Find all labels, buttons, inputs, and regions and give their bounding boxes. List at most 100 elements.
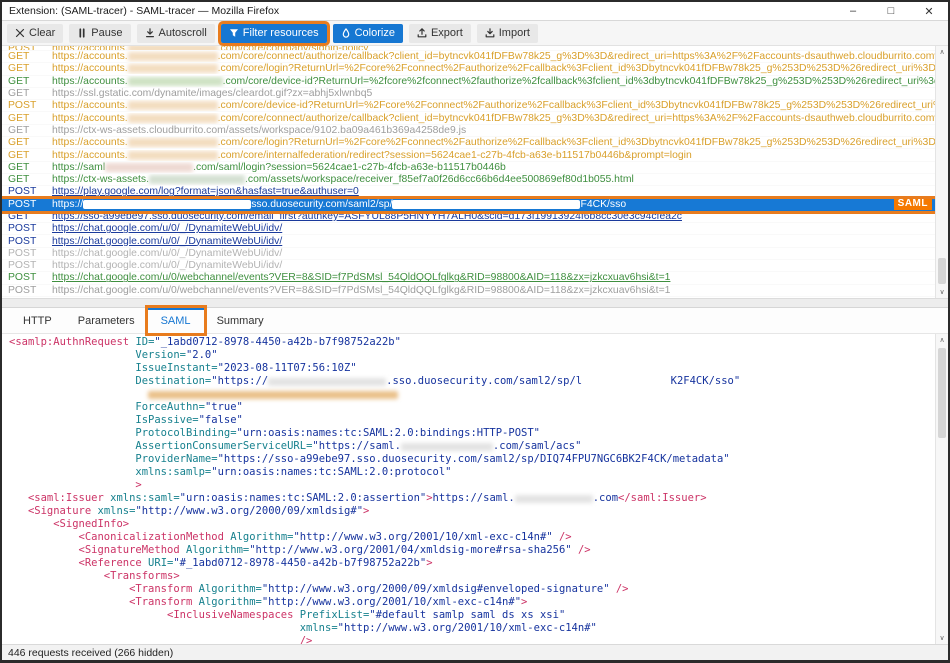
request-row[interactable]: GEThttps://accounts..com/core/device-id?… — [2, 76, 935, 88]
title-bar: Extension: (SAML-tracer) - SAML-tracer —… — [2, 2, 948, 21]
scrollbar-thumb[interactable] — [938, 258, 946, 284]
xml-line: <Transform Algorithm="http://www.w3.org/… — [9, 583, 935, 596]
filter-resources-button[interactable]: Filter resources — [221, 24, 327, 43]
xml-line: <Signature xmlns="http://www.w3.org/2000… — [9, 505, 935, 518]
xml-tag: <SignedInfo> — [53, 518, 129, 531]
request-row[interactable]: POSThttps://play.google.com/log?format=j… — [2, 186, 935, 198]
url-text: https://chat.google.com/u/0/webchannel/e… — [52, 272, 670, 283]
xml-val: "#_1abd0712-8978-4450-a42b-b7f98752a22b" — [173, 557, 426, 570]
request-row[interactable]: POSThttps://chat.google.com/u/0/_/Dynami… — [2, 260, 935, 272]
url-text: https://chat.google.com/u/0/_/DynamiteWe… — [52, 236, 282, 247]
request-row[interactable]: GEThttps://ctx-ws-assets..com/assets/wor… — [2, 174, 935, 186]
button-label: Pause — [91, 27, 122, 39]
request-row[interactable]: GEThttps://ctx-ws-assets.cloudburrito.co… — [2, 125, 935, 137]
request-method: POST — [2, 199, 52, 210]
url-text: https://chat.google.com/u/0/_/DynamiteWe… — [52, 223, 282, 234]
request-list[interactable]: POSThttps://accounts..com/core/company/s… — [2, 46, 948, 298]
export-icon — [417, 28, 427, 38]
request-row[interactable]: GEThttps://accounts..com/core/login?Retu… — [2, 63, 935, 75]
xml-tag: > — [363, 505, 369, 518]
button-label: Clear — [29, 27, 55, 39]
request-row[interactable]: GEThttps://accounts..com/core/login?Retu… — [2, 137, 935, 149]
request-row[interactable]: POSThttps://chat.google.com/u/0/_/Dynami… — [2, 223, 935, 235]
xml-val: "http://www.w3.org/2000/09/xmldsig#envel… — [262, 583, 610, 596]
tab-saml[interactable]: SAML — [148, 308, 204, 333]
xml-line: <SignedInfo> — [9, 518, 935, 531]
saml-badge: SAML — [894, 199, 932, 211]
colorize-button[interactable]: Colorize — [333, 24, 403, 43]
xml-line: ProtocolBinding="urn:oasis:names:tc:SAML… — [9, 427, 935, 440]
autoscroll-button[interactable]: Autoscroll — [137, 24, 215, 43]
scrollbar-thumb[interactable] — [938, 348, 946, 438]
tab-http[interactable]: HTTP — [10, 308, 65, 333]
request-row[interactable]: POSThttps://chat.google.com/u/0/_/Dynami… — [2, 235, 935, 247]
saml-pane-scrollbar[interactable]: ∧ ∨ — [935, 334, 948, 644]
xml-attr: xmlns:saml= — [104, 492, 180, 505]
autoscroll-icon — [145, 28, 155, 38]
scroll-down-icon[interactable]: ∨ — [936, 632, 948, 644]
request-row[interactable]: GEThttps://accounts..com/core/internalfe… — [2, 149, 935, 161]
redacted-segment — [128, 101, 218, 110]
xml-line: Destination="https://.sso.duosecurity.co… — [9, 375, 935, 388]
pane-separator[interactable] — [2, 298, 948, 308]
url-text: https://chat.google.com/u/0/_/DynamiteWe… — [52, 260, 282, 271]
xml-val: "2023-08-11T07:56:10Z" — [218, 362, 357, 375]
request-row[interactable]: GEThttps://saml.com/saml/login?session=5… — [2, 162, 935, 174]
request-method: POST — [2, 248, 52, 259]
request-list-scrollbar[interactable]: ∧ ∨ — [935, 46, 948, 298]
tab-summary[interactable]: Summary — [204, 308, 277, 333]
pause-button[interactable]: Pause — [69, 24, 130, 43]
request-row-selected[interactable]: POSThttps://sso.duosecurity.com/saml2/sp… — [2, 199, 935, 211]
request-row[interactable]: GEThttps://accounts..com/core/connect/au… — [2, 51, 935, 63]
import-button[interactable]: Import — [477, 24, 538, 43]
button-label: Colorize — [355, 27, 395, 39]
xml-val: "urn:oasis:names:tc:SAML:2.0:assertion" — [180, 492, 427, 505]
xml-line: <InclusiveNamespaces PrefixList="#defaul… — [9, 609, 935, 622]
export-button[interactable]: Export — [409, 24, 471, 43]
xml-tag: <Transform — [129, 596, 192, 609]
maximize-button[interactable]: □ — [872, 2, 910, 20]
xml-val: .com/saml/acs" — [493, 440, 582, 453]
request-url: https://chat.google.com/u/0/_/DynamiteWe… — [52, 223, 935, 234]
url-text: https://accounts. — [52, 63, 128, 74]
url-text: .com/core/connect/authorize/callback?cli… — [218, 113, 935, 124]
scroll-up-icon[interactable]: ∧ — [936, 334, 948, 346]
xml-attr: Algorithm= — [192, 583, 262, 596]
scroll-up-icon[interactable]: ∧ — [936, 46, 948, 58]
url-text: https:// — [52, 199, 83, 210]
xml-val: "https:// — [211, 375, 268, 388]
minimize-button[interactable]: – — [834, 2, 872, 20]
request-url: https://chat.google.com/u/0/_/DynamiteWe… — [52, 236, 935, 247]
scroll-down-icon[interactable]: ∨ — [936, 286, 948, 298]
tab-parameters[interactable]: Parameters — [65, 308, 148, 333]
xml-tag: > — [426, 557, 432, 570]
xml-line: <samlp:AuthnRequest ID="_1abd0712-8978-4… — [9, 336, 935, 349]
request-method: GET — [2, 137, 52, 148]
xml-tag: <CanonicalizationMethod — [79, 531, 224, 544]
request-row[interactable]: GEThttps://accounts..com/core/connect/au… — [2, 112, 935, 124]
request-url: https://ssl.gstatic.com/dynamite/images/… — [52, 88, 935, 99]
xml-line — [9, 388, 935, 401]
xml-line: ForceAuthn="true" — [9, 401, 935, 414]
redacted-segment — [148, 391, 398, 399]
request-url: https://accounts. .com/core/connect/autho… — [52, 113, 935, 124]
request-row[interactable]: GEThttps://ssl.gstatic.com/dynamite/imag… — [2, 88, 935, 100]
xml-attr: PrefixList= — [293, 609, 369, 622]
request-row[interactable]: POSThttps://accounts..com/core/device-id… — [2, 100, 935, 112]
xml-line: ProviderName="https://sso-a99ebe97.sso.d… — [9, 453, 935, 466]
xml-attr: ProviderName= — [135, 453, 217, 466]
xml-tag: <Transforms> — [104, 570, 180, 583]
saml-detail-pane[interactable]: <samlp:AuthnRequest ID="_1abd0712-8978-4… — [2, 334, 948, 644]
request-row[interactable]: POSThttps://chat.google.com/u/0/_/Dynami… — [2, 248, 935, 260]
url-text: https://accounts. — [52, 51, 128, 62]
url-text: https://accounts. — [52, 113, 128, 124]
request-row[interactable]: POSThttps://chat.google.com/u/0/webchann… — [2, 285, 935, 297]
xml-val — [582, 375, 671, 388]
request-row[interactable]: POSThttps://chat.google.com/u/0/webchann… — [2, 272, 935, 284]
clear-button[interactable]: Clear — [7, 24, 63, 43]
xml-val: "http://www.w3.org/2001/10/xml-exc-c14n#… — [293, 531, 552, 544]
status-text: 446 requests received (266 hidden) — [8, 647, 173, 659]
close-button[interactable]: ✕ — [910, 2, 948, 20]
request-row[interactable]: GEThttps://sso-a99ebe97.sso.duosecurity.… — [2, 211, 935, 223]
redacted-segment — [128, 151, 218, 160]
